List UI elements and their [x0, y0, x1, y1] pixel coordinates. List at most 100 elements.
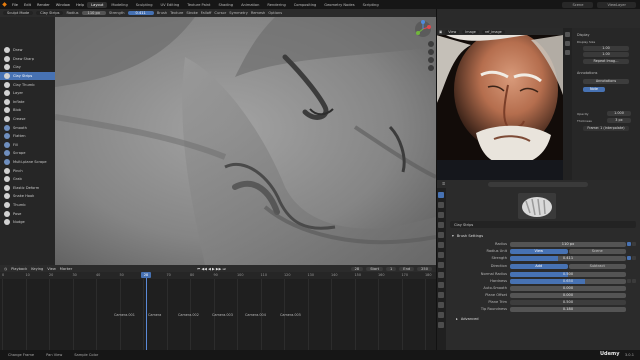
navigation-gizmo[interactable] [414, 20, 432, 38]
playback-controls[interactable]: ⏮ ◀◀ ◀ ▶ ▶▶ ⏭ [197, 267, 226, 271]
stroke-menu[interactable]: Stroke [186, 11, 197, 15]
tool-elastic-deform[interactable]: Elastic Deform [0, 184, 55, 193]
display-size-y-field[interactable]: 1.00 [583, 52, 629, 57]
playhead-line[interactable] [146, 272, 147, 350]
tool-clay-strips[interactable]: Clay Strips [0, 71, 55, 81]
tool-nudge[interactable]: Nudge [0, 218, 55, 227]
falloff-menu[interactable]: Falloff [201, 11, 212, 15]
sidebar-tab-tool[interactable] [565, 41, 570, 46]
output-tab-icon[interactable] [438, 212, 444, 218]
properties-editor-type-icon[interactable]: ☰ [442, 182, 445, 186]
annotations-section-title[interactable]: Annotations [577, 71, 597, 75]
autosmooth-slider[interactable]: 0.000 [510, 285, 626, 291]
view-layer-selector[interactable]: ViewLayer [597, 1, 636, 8]
cursor-menu[interactable]: Cursor [214, 11, 226, 15]
tool-draw-sharp[interactable]: Draw Sharp [0, 55, 55, 64]
menu-window[interactable]: Window [53, 3, 73, 7]
symmetry-menu[interactable]: Symmetry [229, 11, 248, 15]
tool-snake-hook[interactable]: Snake Hook [0, 192, 55, 201]
display-size-x-field[interactable]: 1.00 [583, 46, 629, 51]
tool-flatten[interactable]: Flatten [0, 132, 55, 141]
tool-crease[interactable]: Crease [0, 115, 55, 124]
menu-edit[interactable]: Edit [21, 3, 34, 7]
particles-tab-icon[interactable] [438, 272, 444, 278]
camera-view-icon[interactable] [428, 57, 434, 63]
tool-fill[interactable]: Fill [0, 141, 55, 150]
constraints-tab-icon[interactable] [438, 292, 444, 298]
hardness-slider[interactable]: 0.650 [510, 278, 626, 284]
tool-clay[interactable]: Clay [0, 63, 55, 72]
tool-thumb[interactable]: Thumb [0, 201, 55, 210]
workspace-tab-animation[interactable]: Animation [237, 2, 263, 8]
camera-marker[interactable]: Camera.003 [212, 313, 233, 317]
mode-dropdown[interactable]: Sculpt Mode [3, 11, 34, 15]
zoom-icon[interactable] [428, 41, 434, 47]
sidebar-tab-view[interactable] [565, 50, 570, 55]
tip-roundness-slider[interactable]: 0.180 [510, 306, 626, 312]
modifier-tab-icon[interactable] [438, 262, 444, 268]
brush-preview-thumbnail[interactable] [518, 193, 556, 219]
blender-logo-icon[interactable]: ◆ [0, 0, 9, 9]
radius-field[interactable]: 110 px [81, 11, 106, 15]
current-frame-indicator[interactable]: 28 [141, 272, 151, 278]
direction-add[interactable]: Add [510, 263, 568, 269]
3d-viewport[interactable] [55, 17, 436, 265]
opacity-field[interactable]: 1.000 [607, 111, 631, 116]
tool-tab-icon[interactable] [438, 192, 444, 198]
object-tab-icon[interactable] [438, 252, 444, 258]
options-menu[interactable]: Options [268, 11, 282, 15]
timeline-editor-type-icon[interactable]: ◷ [4, 267, 7, 271]
radius-pressure-icons[interactable] [626, 242, 636, 246]
image-name-field[interactable]: ref_image [481, 29, 505, 34]
radius-unit-view[interactable]: View [510, 248, 568, 254]
perspective-grid-icon[interactable] [428, 65, 434, 71]
workspace-tab-uv-editing[interactable]: UV Editing [157, 2, 184, 8]
workspace-tab-modeling[interactable]: Modeling [107, 2, 131, 8]
workspace-tab-sculpting[interactable]: Sculpting [132, 2, 157, 8]
strength-slider[interactable]: 0.411 [510, 255, 626, 261]
menu-file[interactable]: File [9, 3, 21, 7]
tool-pinch[interactable]: Pinch [0, 166, 55, 175]
timeline-ruler[interactable]: 0102030405060708090100110120130140150160… [0, 272, 436, 279]
current-frame-field[interactable]: 28 [350, 266, 364, 271]
workspace-tab-layout[interactable]: Layout [87, 1, 108, 8]
camera-marker[interactable]: Camera.005 [280, 313, 301, 317]
sidebar-tab-image[interactable] [565, 32, 570, 37]
physics-tab-icon[interactable] [438, 282, 444, 288]
tool-multi-plane-scrape[interactable]: Multi-plane Scrape [0, 158, 55, 167]
advanced-section[interactable]: ▸ Advanced [450, 315, 636, 322]
workspace-tab-texture-paint[interactable]: Texture Paint [183, 2, 214, 8]
image-menu[interactable]: Image [462, 29, 479, 34]
render-tab-icon[interactable] [438, 202, 444, 208]
texture-menu[interactable]: Texture [170, 11, 183, 15]
playback-menu[interactable]: Playback [11, 267, 27, 271]
hardness-icons[interactable] [626, 279, 636, 283]
marker-menu[interactable]: Marker [60, 267, 72, 271]
workspace-tab-compositing[interactable]: Compositing [290, 2, 321, 8]
material-tab-icon[interactable] [438, 312, 444, 318]
direction-subtract[interactable]: Subtract [568, 263, 626, 269]
menu-render[interactable]: Render [34, 3, 53, 7]
tool-smooth[interactable]: Smooth [0, 123, 55, 132]
strength-field[interactable]: 0.411 [127, 11, 154, 15]
scene-tab-icon[interactable] [438, 232, 444, 238]
tool-clay-thumb[interactable]: Clay Thumb [0, 80, 55, 89]
radius-field[interactable]: 110 px [510, 241, 626, 247]
workspace-tab-scripting[interactable]: Scripting [359, 2, 383, 8]
normal-radius-slider[interactable]: 0.500 [510, 271, 626, 277]
strength-pressure-icons[interactable] [626, 256, 636, 260]
workspace-tab-geometry-nodes[interactable]: Geometry Nodes [320, 2, 358, 8]
pan-hand-icon[interactable] [428, 49, 434, 55]
end-frame-field[interactable]: 250 [417, 266, 432, 271]
thickness-field[interactable]: 3 px [607, 118, 631, 123]
start-frame-field[interactable]: 1 [386, 266, 397, 271]
annotation-layer-field[interactable]: Annotations [583, 79, 629, 84]
tool-draw[interactable]: Draw [0, 46, 55, 55]
tool-inflate[interactable]: Inflate [0, 98, 55, 107]
frame-interpolate-field[interactable]: Frame: 1 (interpolate) [583, 126, 629, 131]
view-menu[interactable]: View [47, 267, 56, 271]
brush-settings-section[interactable]: ▾ Brush Settings [450, 232, 636, 239]
keying-menu[interactable]: Keying [31, 267, 43, 271]
brush-menu[interactable]: Brush [157, 11, 167, 15]
tool-pose[interactable]: Pose [0, 209, 55, 218]
